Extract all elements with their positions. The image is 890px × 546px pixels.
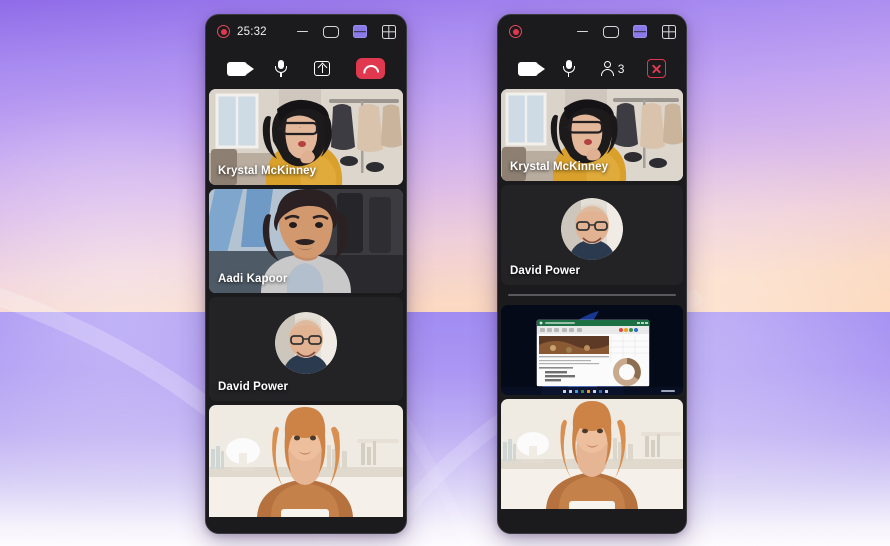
share-up-arrow-icon	[314, 61, 331, 76]
teams-call-window-right[interactable]: 3 Krystal McKinney David Power	[497, 14, 687, 534]
participants-button[interactable]: 3	[600, 60, 625, 77]
video-camera-icon	[517, 61, 545, 76]
participant-stage: Krystal McKinney	[206, 89, 406, 533]
microphone-toggle[interactable]	[273, 60, 289, 77]
close-x-icon	[647, 59, 667, 78]
microphone-icon	[273, 60, 289, 77]
participant-tile-david[interactable]: David Power	[501, 185, 683, 285]
participant-name-label: Krystal McKinney	[218, 165, 317, 177]
self-video-feed	[501, 399, 683, 509]
participant-name-label: Krystal McKinney	[510, 161, 609, 173]
minimize-button[interactable]	[574, 24, 590, 40]
pip-view-button[interactable]	[603, 24, 619, 40]
minimize-icon	[296, 30, 308, 33]
stacked-view-button[interactable]	[352, 24, 368, 40]
stage-divider	[501, 289, 683, 301]
video-camera-icon	[226, 61, 254, 76]
participant-name-label: Aadi Kapoor	[218, 273, 288, 285]
minimize-button[interactable]	[294, 24, 310, 40]
camera-toggle[interactable]	[517, 61, 545, 76]
grid-layout-icon	[382, 24, 396, 39]
microphone-toggle[interactable]	[561, 60, 577, 77]
window-titlebar: 25:32	[206, 15, 406, 48]
participant-count: 3	[617, 61, 625, 76]
people-icon	[600, 60, 615, 77]
record-dot-icon	[509, 25, 522, 38]
recording-indicator: 25:32	[217, 25, 267, 38]
record-dot-icon	[217, 25, 230, 38]
participant-name-label: David Power	[218, 381, 289, 393]
close-call-button[interactable]	[647, 59, 667, 78]
picture-in-picture-icon	[603, 25, 619, 38]
teams-call-window-left[interactable]: 25:32 Krystal McKinney Aadi Kapoor David…	[205, 14, 407, 534]
recording-timer: 25:32	[237, 25, 267, 38]
call-controls-bar	[206, 48, 406, 89]
participant-tile-krystal[interactable]: Krystal McKinney	[501, 89, 683, 181]
grid-view-button[interactable]	[381, 24, 397, 40]
stacked-view-button[interactable]	[632, 24, 648, 40]
share-screen-button[interactable]	[314, 61, 331, 76]
wallpaper-band-top	[0, 0, 890, 312]
phone-hangup-icon	[356, 58, 386, 79]
call-controls-bar: 3	[498, 48, 686, 89]
recording-indicator	[509, 25, 529, 38]
stacked-layout-icon	[353, 25, 367, 38]
window-titlebar	[498, 15, 686, 48]
participant-tile-aadi[interactable]: Aadi Kapoor	[209, 189, 403, 293]
shared-screen-tile[interactable]	[501, 305, 683, 395]
participant-tile-self[interactable]	[209, 405, 403, 517]
participant-tile-krystal[interactable]: Krystal McKinney	[209, 89, 403, 185]
desktop-wallpaper	[0, 0, 890, 546]
hang-up-button[interactable]	[356, 58, 386, 79]
self-video-feed	[209, 405, 403, 517]
stacked-layout-icon	[633, 25, 647, 38]
participant-name-label: David Power	[510, 265, 581, 277]
grid-view-button[interactable]	[661, 24, 677, 40]
participant-tile-self[interactable]	[501, 399, 683, 509]
picture-in-picture-icon	[323, 25, 339, 38]
minimize-icon	[576, 30, 588, 33]
participant-tile-david[interactable]: David Power	[209, 297, 403, 401]
participant-stage: Krystal McKinney	[498, 89, 686, 533]
microphone-icon	[561, 60, 577, 77]
wallpaper-band-bottom	[0, 312, 890, 546]
camera-toggle[interactable]	[226, 61, 254, 76]
grid-layout-icon	[662, 24, 676, 39]
avatar	[561, 198, 623, 260]
pip-view-button[interactable]	[323, 24, 339, 40]
avatar	[275, 311, 337, 374]
shared-screen-content	[501, 305, 683, 395]
